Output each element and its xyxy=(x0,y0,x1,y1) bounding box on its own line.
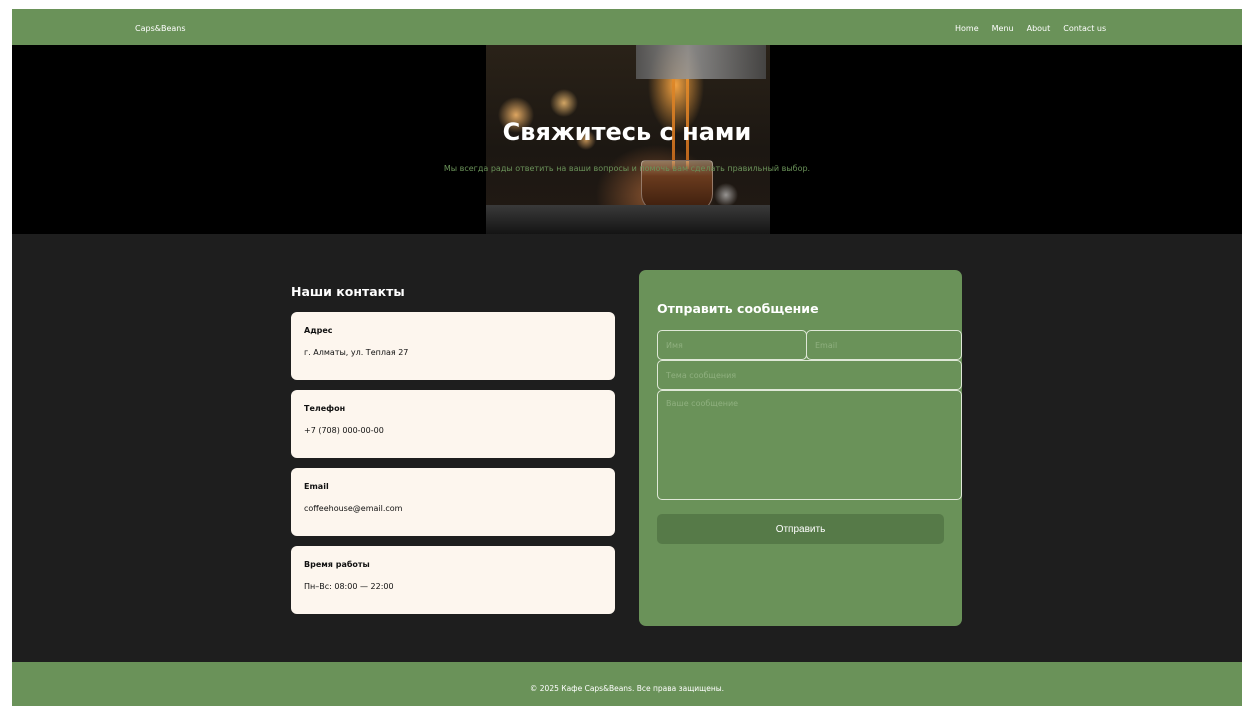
nav-link-contact[interactable]: Contact us xyxy=(1063,23,1106,35)
contact-card-email: Email coffeehouse@email.com xyxy=(291,468,615,536)
form-title: Отправить сообщение xyxy=(657,301,819,316)
nav-links: Home Menu About Contact us xyxy=(955,23,1106,35)
name-input[interactable] xyxy=(657,330,807,360)
contact-card-label: Адрес xyxy=(304,326,333,335)
navbar: Caps&Beans Home Menu About Contact us xyxy=(12,9,1242,45)
contact-card-value: Пн–Вс: 08:00 — 22:00 xyxy=(304,582,394,591)
nav-link-menu[interactable]: Menu xyxy=(992,23,1014,35)
message-textarea[interactable] xyxy=(657,390,962,500)
submit-button[interactable]: Отправить xyxy=(657,514,944,544)
contact-form: Отправить сообщение Отправить xyxy=(639,270,962,626)
footer: © 2025 Кафе Caps&Beans. Все права защище… xyxy=(12,662,1242,706)
contact-card-label: Email xyxy=(304,482,329,491)
email-input[interactable] xyxy=(806,330,962,360)
hero-banner: Свяжитесь с нами Мы всегда рады ответить… xyxy=(12,45,1242,234)
footer-copyright: © 2025 Кафе Caps&Beans. Все права защище… xyxy=(529,684,725,693)
drip-tray-graphic xyxy=(486,205,770,234)
nav-link-about[interactable]: About xyxy=(1027,23,1051,35)
hero-title: Свяжитесь с нами xyxy=(502,118,752,146)
espresso-machine-graphic xyxy=(636,45,766,79)
hero-subtitle: Мы всегда рады ответить на ваши вопросы … xyxy=(443,164,811,173)
contact-card-label: Время работы xyxy=(304,560,370,569)
contact-card-hours: Время работы Пн–Вс: 08:00 — 22:00 xyxy=(291,546,615,614)
contact-card-value: +7 (708) 000-00-00 xyxy=(304,426,384,435)
subject-input[interactable] xyxy=(657,360,962,390)
page-frame: Caps&Beans Home Menu About Contact us Св… xyxy=(12,9,1242,706)
nav-link-home[interactable]: Home xyxy=(955,23,979,35)
brand-logo[interactable]: Caps&Beans xyxy=(135,23,186,35)
contacts-heading: Наши контакты xyxy=(291,284,405,299)
contact-card-label: Телефон xyxy=(304,404,346,413)
contact-card-value: г. Алматы, ул. Теплая 27 xyxy=(304,348,409,357)
contact-card-address: Адрес г. Алматы, ул. Теплая 27 xyxy=(291,312,615,380)
contact-card-phone: Телефон +7 (708) 000-00-00 xyxy=(291,390,615,458)
contact-card-value: coffeehouse@email.com xyxy=(304,504,403,513)
